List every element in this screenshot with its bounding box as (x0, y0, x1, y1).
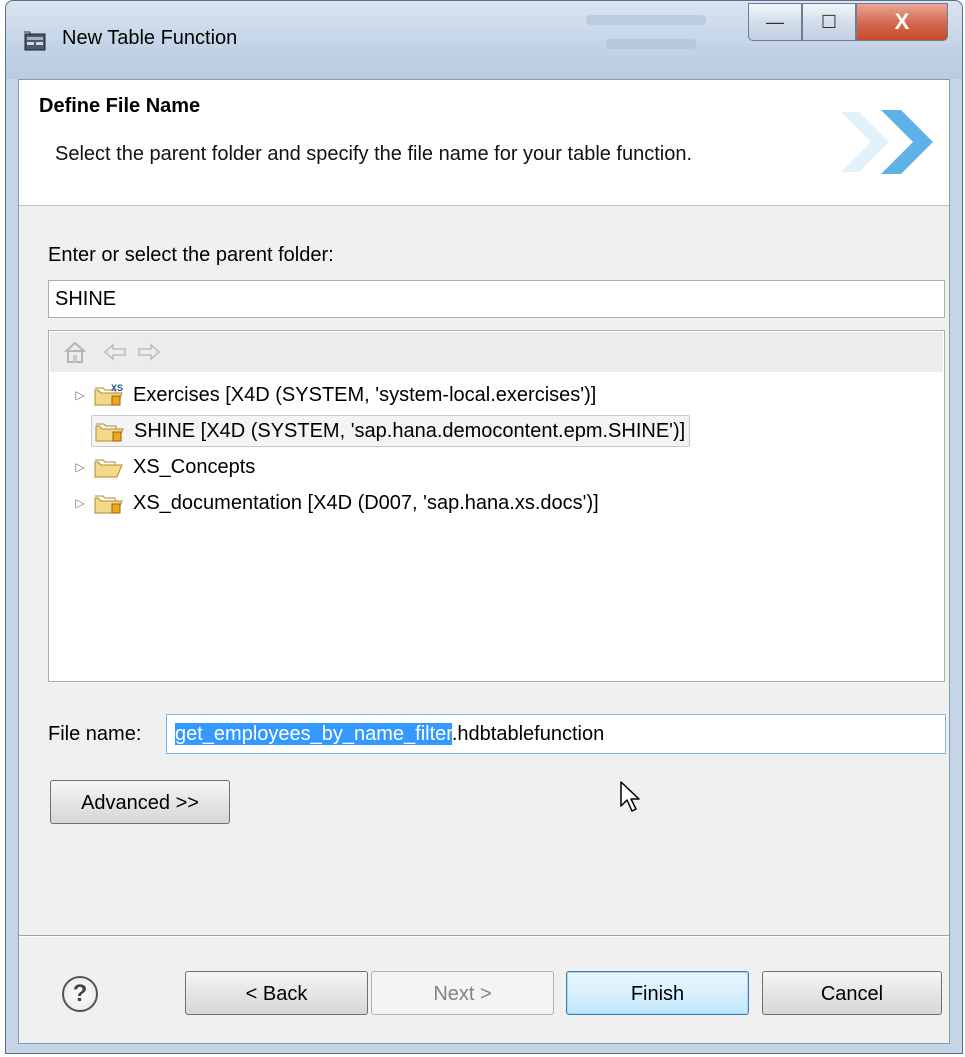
expand-arrow-icon[interactable]: ▷ (69, 388, 91, 402)
tree-item-content: XS_documentation [X4D (D007, 'sap.hana.x… (91, 488, 603, 518)
tree-item-content: SHINE [X4D (SYSTEM, 'sap.hana.democonten… (91, 415, 691, 447)
close-button[interactable]: X (856, 3, 948, 41)
table-function-icon (24, 31, 46, 51)
file-name-extension: .hdbtablefunction (451, 723, 605, 745)
tree-item-xs-concepts[interactable]: ▷ XS_Concepts (69, 450, 259, 484)
maximize-button[interactable]: ☐ (802, 3, 856, 41)
tree-item-content: XS_Concepts (91, 452, 259, 482)
back-arrow-icon[interactable] (102, 340, 128, 364)
project-folder-icon (94, 495, 123, 514)
tree-item-xs-documentation[interactable]: ▷ XS_documentation [X4D (D007, 'sap.hana… (69, 486, 603, 520)
background-blur (586, 15, 706, 25)
svg-text:XS: XS (111, 383, 123, 393)
tree-item-label: SHINE [X4D (SYSTEM, 'sap.hana.democonten… (134, 419, 686, 442)
folder-tree[interactable]: ▷ XS Exercises [X4D (SYSTEM, 'system-loc… (48, 330, 945, 682)
finish-button[interactable]: Finish (566, 971, 749, 1015)
home-icon[interactable] (62, 340, 88, 364)
folder-icon (94, 459, 123, 478)
file-name-selected-text: get_employees_by_name_filter (175, 723, 452, 745)
parent-folder-input[interactable]: SHINE (48, 280, 945, 318)
expand-arrow-icon[interactable]: ▷ (69, 460, 91, 474)
forward-arrow-icon[interactable] (136, 340, 162, 364)
tree-item-content: XS Exercises [X4D (SYSTEM, 'system-local… (91, 380, 600, 410)
project-folder-icon (95, 423, 124, 442)
back-button[interactable]: < Back (185, 971, 368, 1015)
minimize-button[interactable]: — (748, 3, 802, 41)
tree-item-label: XS_documentation [X4D (D007, 'sap.hana.x… (133, 491, 599, 514)
cancel-button[interactable]: Cancel (762, 971, 942, 1015)
help-icon[interactable]: ? (62, 976, 98, 1012)
xs-project-folder-icon: XS (94, 383, 123, 406)
wizard-header: Define File Name Select the parent folde… (19, 80, 949, 206)
wizard-banner-icon (841, 110, 933, 174)
tree-item-label: Exercises [X4D (SYSTEM, 'system-local.ex… (133, 383, 597, 406)
tree-item-exercises[interactable]: ▷ XS Exercises [X4D (SYSTEM, 'system-loc… (69, 378, 600, 412)
tree-toolbar (50, 332, 943, 372)
tree-item-label: XS_Concepts (133, 455, 256, 478)
parent-folder-label: Enter or select the parent folder: (48, 244, 334, 266)
next-button[interactable]: Next > (371, 971, 554, 1015)
page-title: Define File Name (39, 95, 201, 117)
dialog-client-area: Define File Name Select the parent folde… (18, 79, 950, 1044)
file-name-label: File name: (48, 723, 142, 745)
file-name-input[interactable]: get_employees_by_name_filter.hdbtablefun… (166, 714, 946, 754)
background-blur (606, 39, 696, 49)
page-description: Select the parent folder and specify the… (55, 143, 693, 165)
mouse-pointer-icon (620, 781, 640, 812)
tree-item-shine[interactable]: ▷ SHINE [X4D (SYSTEM, 'sap.hana.democont… (69, 414, 691, 448)
caption-buttons: — ☐ X (748, 3, 948, 45)
expand-arrow-icon[interactable]: ▷ (69, 496, 91, 510)
footer-separator (19, 935, 949, 937)
advanced-button[interactable]: Advanced >> (50, 780, 230, 824)
window-title: New Table Function (62, 27, 238, 49)
title-bar[interactable]: New Table Function — ☐ X (6, 1, 962, 79)
dialog-window: New Table Function — ☐ X Define File Nam… (5, 0, 963, 1054)
